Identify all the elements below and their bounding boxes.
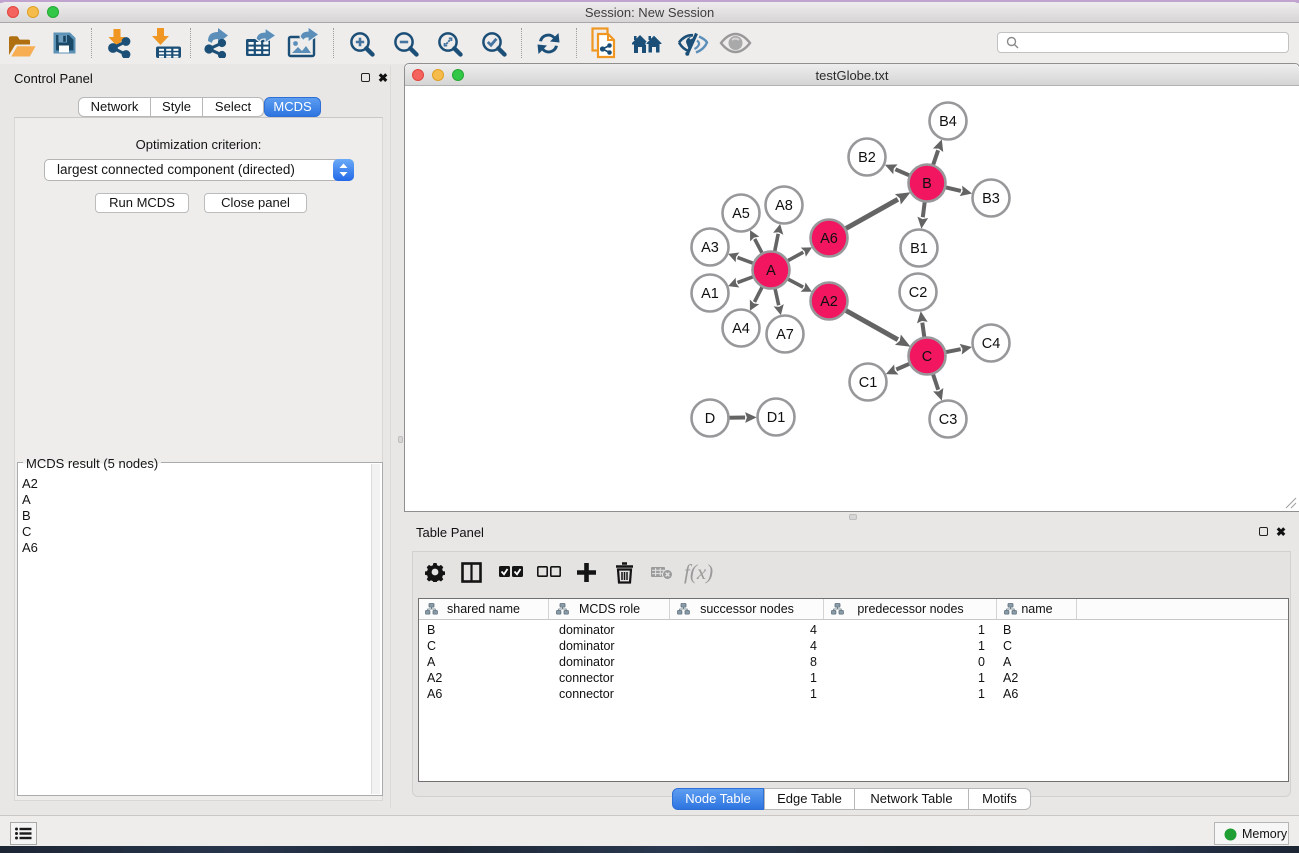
svg-text:B1: B1 <box>910 241 928 257</box>
svg-text:B4: B4 <box>939 114 957 130</box>
svg-text:A7: A7 <box>776 327 794 343</box>
svg-text:A: A <box>766 263 776 279</box>
svg-text:A4: A4 <box>732 321 750 337</box>
svg-text:B: B <box>922 176 932 192</box>
svg-text:A6: A6 <box>820 231 838 247</box>
svg-text:C3: C3 <box>939 412 958 428</box>
svg-text:B3: B3 <box>982 191 1000 207</box>
svg-text:B2: B2 <box>858 150 876 166</box>
svg-text:D: D <box>705 411 715 427</box>
svg-text:C: C <box>922 349 932 365</box>
svg-text:A5: A5 <box>732 206 750 222</box>
svg-text:C2: C2 <box>909 285 928 301</box>
svg-text:D1: D1 <box>767 410 786 426</box>
svg-text:A8: A8 <box>775 198 793 214</box>
svg-text:C4: C4 <box>982 336 1001 352</box>
svg-text:A3: A3 <box>701 240 719 256</box>
svg-text:C1: C1 <box>859 375 878 391</box>
svg-text:A1: A1 <box>701 286 719 302</box>
svg-text:A2: A2 <box>820 294 838 310</box>
